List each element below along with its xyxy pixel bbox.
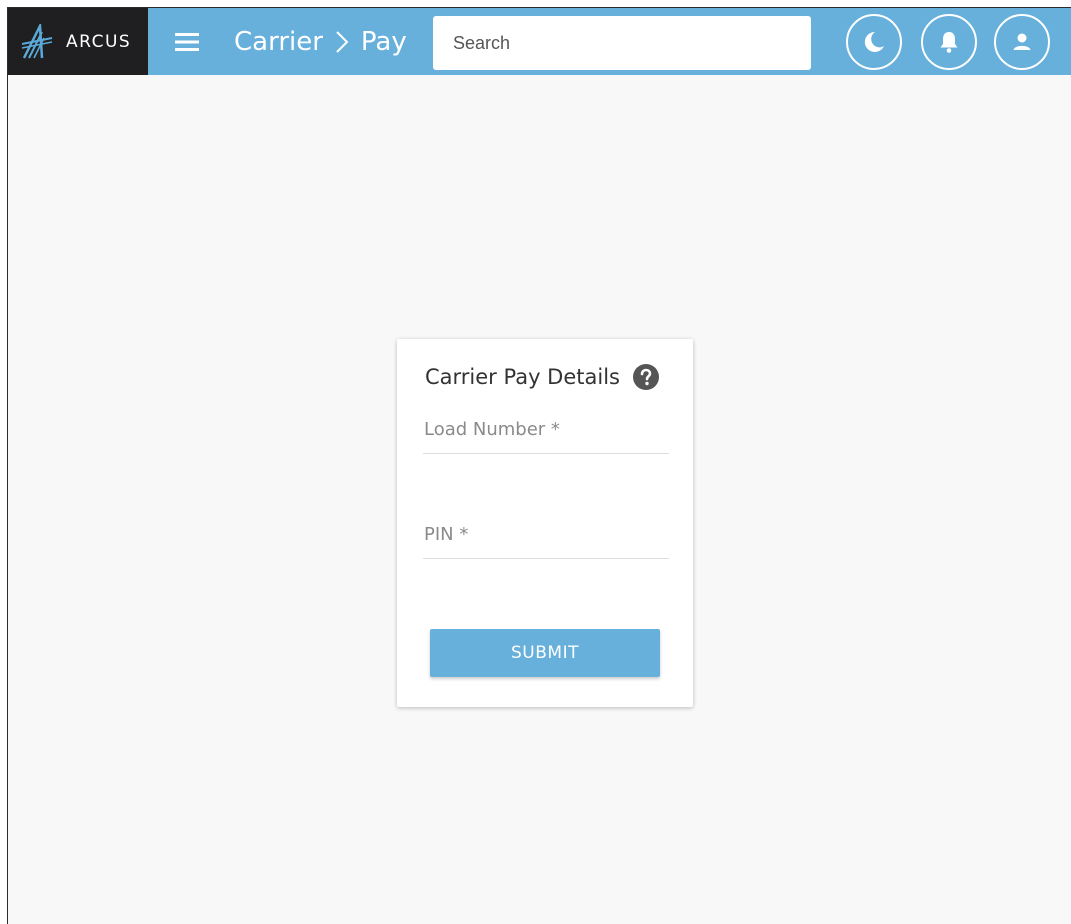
moon-icon [864,31,884,52]
carrier-pay-card: Carrier Pay Details Load Number * PIN * … [397,339,693,707]
hamburger-menu-icon[interactable] [172,28,202,56]
breadcrumb-item-carrier[interactable]: Carrier [234,27,323,57]
top-bar: ARCUS Carrier Pay [8,8,1071,75]
load-number-field[interactable]: Load Number * [423,413,673,455]
user-icon [1013,33,1031,50]
brand[interactable]: ARCUS [8,8,148,75]
card-title: Carrier Pay Details [425,363,660,391]
breadcrumb: Carrier Pay [234,22,407,62]
load-number-input[interactable] [423,413,673,455]
brand-name: ARCUS [66,31,132,52]
theme-toggle-button[interactable] [846,14,902,70]
help-icon[interactable] [632,363,660,391]
bell-icon [940,32,958,53]
submit-button[interactable]: SUBMIT [430,629,660,677]
profile-button[interactable] [994,14,1050,70]
notifications-button[interactable] [921,14,977,70]
arcus-logo-icon [21,23,53,59]
card-title-text: Carrier Pay Details [425,365,620,389]
pin-input[interactable] [423,518,673,560]
breadcrumb-item-pay[interactable]: Pay [361,27,407,57]
pin-field[interactable]: PIN * [423,518,673,560]
app-window: ARCUS Carrier Pay Search Carrier Pay Det… [7,7,1071,924]
search-input[interactable] [433,16,811,70]
chevron-right-icon [336,31,349,53]
